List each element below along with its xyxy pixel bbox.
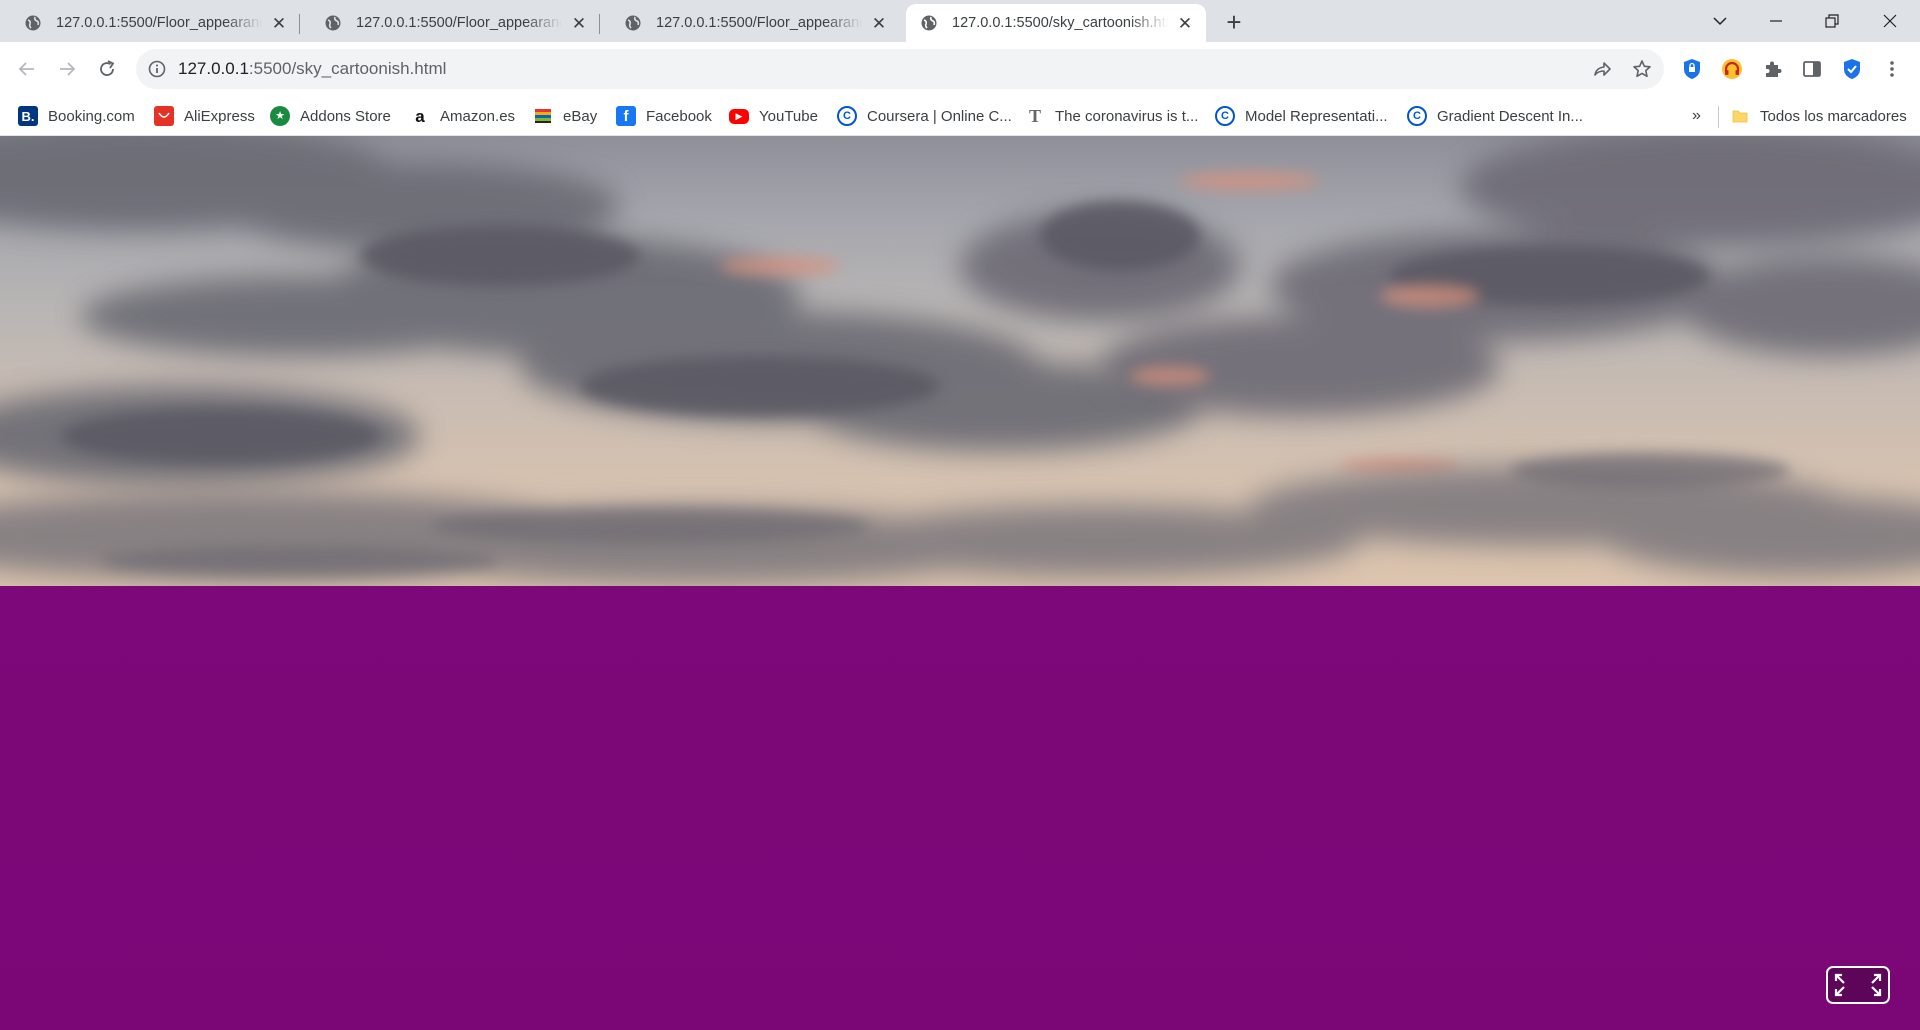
bookmark-label: Amazon.es <box>440 107 516 125</box>
bookmark-booking[interactable]: B. Booking.com <box>18 96 135 136</box>
back-button[interactable] <box>11 53 43 85</box>
profile-shield-button[interactable] <box>1840 57 1864 81</box>
bookmark-star-button[interactable] <box>1630 57 1654 81</box>
tab-title: 127.0.0.1:5500/sky_cartoonish.html <box>952 15 1168 31</box>
bookmark-label: AliExpress <box>184 107 255 125</box>
address-bar[interactable]: 127.0.0.1:5500/sky_cartoonish.html <box>136 49 1664 89</box>
coursera-icon: C <box>1407 106 1427 126</box>
bookmark-ebay[interactable]: eBay <box>533 96 597 136</box>
share-icon <box>1594 62 1611 76</box>
info-icon[interactable] <box>148 60 166 78</box>
bookmark-amazon[interactable]: a Amazon.es <box>410 96 515 136</box>
bookmark-addons-store[interactable]: ★ Addons Store <box>270 96 391 136</box>
shield-lock-icon <box>1684 59 1700 79</box>
bookmark-coursera[interactable]: C Coursera | Online C... <box>837 96 1012 136</box>
ebay-icon <box>533 106 553 126</box>
scene-canvas[interactable] <box>0 136 1920 1030</box>
bookmark-model-representation[interactable]: C Model Representati... <box>1215 96 1388 136</box>
url-text[interactable]: 127.0.0.1:5500/sky_cartoonish.html <box>178 49 446 89</box>
restore-button[interactable] <box>1804 0 1860 42</box>
minimize-button[interactable] <box>1748 0 1804 42</box>
globe-icon <box>324 14 342 32</box>
bookmark-label: Model Representati... <box>1245 107 1388 125</box>
tab-title: 127.0.0.1:5500/Floor_appearance <box>356 15 562 31</box>
chevron-down-icon <box>1713 17 1727 26</box>
bookmark-gradient-descent[interactable]: C Gradient Descent In... <box>1407 96 1583 136</box>
reload-icon <box>100 60 115 76</box>
restore-icon <box>1825 14 1839 28</box>
side-panel-button[interactable] <box>1800 57 1824 81</box>
reload-button[interactable] <box>91 53 123 85</box>
coursera-icon: C <box>1215 106 1235 126</box>
bookmark-label: Addons Store <box>300 107 391 125</box>
addons-store-icon: ★ <box>270 106 290 126</box>
extensions-button[interactable] <box>1761 57 1785 81</box>
tab-3[interactable]: 127.0.0.1:5500/Floor_appearance ✕ <box>600 4 900 42</box>
tab-2[interactable]: 127.0.0.1:5500/Floor_appearance ✕ <box>300 4 600 42</box>
booking-icon: B. <box>18 106 38 126</box>
menu-button[interactable] <box>1880 57 1904 81</box>
amazon-icon: a <box>415 106 425 126</box>
arrow-left-icon <box>18 62 34 76</box>
close-window-button[interactable] <box>1862 0 1918 42</box>
bitwarden-extension-button[interactable] <box>1680 57 1704 81</box>
bookmark-facebook[interactable]: f Facebook <box>616 96 712 136</box>
bookmark-label: Coursera | Online C... <box>867 107 1012 125</box>
sky-background <box>0 136 1920 586</box>
puzzle-icon <box>1766 61 1782 77</box>
bookmark-label: The coronavirus is t... <box>1055 107 1199 125</box>
new-tab-button[interactable]: + <box>1218 6 1250 38</box>
purple-floor-plane <box>0 586 1920 1030</box>
fullscreen-icon <box>1834 973 1882 997</box>
close-tab-icon[interactable]: ✕ <box>868 12 890 34</box>
globe-icon <box>920 14 938 32</box>
bookmark-aliexpress[interactable]: AliExpress <box>154 96 255 136</box>
bookmark-label: Todos los marcadores <box>1760 107 1907 125</box>
youtube-icon: ▶ <box>729 108 749 124</box>
bookmarks-divider <box>1718 106 1719 128</box>
url-path: :5500/sky_cartoonish.html <box>248 59 447 78</box>
bookmark-coronavirus[interactable]: T The coronavirus is t... <box>1025 96 1198 136</box>
globe-icon <box>624 14 642 32</box>
browser-toolbar: 127.0.0.1:5500/sky_cartoonish.html <box>0 42 1920 96</box>
forward-button[interactable] <box>51 53 83 85</box>
tab-search-button[interactable] <box>1692 0 1748 42</box>
side-panel-icon <box>1803 61 1821 77</box>
folder-icon <box>1730 106 1750 126</box>
bookmarks-bar: B. Booking.com AliExpress ★ Addons Store… <box>0 96 1920 136</box>
bookmark-label: Booking.com <box>48 107 135 125</box>
bookmark-label: YouTube <box>759 107 818 125</box>
facebook-icon: f <box>616 106 636 126</box>
bookmarks-overflow-button[interactable]: » <box>1692 96 1701 136</box>
close-tab-icon[interactable]: ✕ <box>568 12 590 34</box>
headphones-extension-button[interactable] <box>1720 57 1744 81</box>
tab-1[interactable]: 127.0.0.1:5500/Floor_appearance ✕ <box>0 4 300 42</box>
coursera-icon: C <box>837 106 857 126</box>
globe-icon <box>24 14 42 32</box>
arrow-right-icon <box>60 62 76 76</box>
tab-strip: 127.0.0.1:5500/Floor_appearance ✕ 127.0.… <box>0 0 1920 42</box>
share-button[interactable] <box>1590 57 1614 81</box>
headphones-icon <box>1722 59 1742 79</box>
star-icon <box>1633 60 1651 78</box>
minimize-icon <box>1770 20 1782 22</box>
bookmark-label: Gradient Descent In... <box>1437 107 1583 125</box>
close-tab-icon[interactable]: ✕ <box>268 12 290 34</box>
aliexpress-icon <box>154 106 174 126</box>
tmagazine-icon: T <box>1028 106 1041 126</box>
fullscreen-button[interactable] <box>1826 966 1890 1004</box>
tab-4-active[interactable]: 127.0.0.1:5500/sky_cartoonish.html ✕ <box>906 4 1206 42</box>
close-icon <box>1883 14 1897 28</box>
all-bookmarks-folder[interactable]: Todos los marcadores <box>1730 96 1907 136</box>
bookmark-label: Facebook <box>646 107 712 125</box>
bookmark-youtube[interactable]: ▶ YouTube <box>729 96 818 136</box>
shield-check-icon <box>1844 59 1860 79</box>
close-tab-icon[interactable]: ✕ <box>1174 12 1196 34</box>
bookmark-label: eBay <box>563 107 598 125</box>
url-host: 127.0.0.1 <box>178 59 249 78</box>
cloud-layer <box>0 136 1920 584</box>
tab-title: 127.0.0.1:5500/Floor_appearance <box>56 15 262 31</box>
tab-title: 127.0.0.1:5500/Floor_appearance <box>656 15 862 31</box>
kebab-menu-icon <box>1890 61 1894 77</box>
